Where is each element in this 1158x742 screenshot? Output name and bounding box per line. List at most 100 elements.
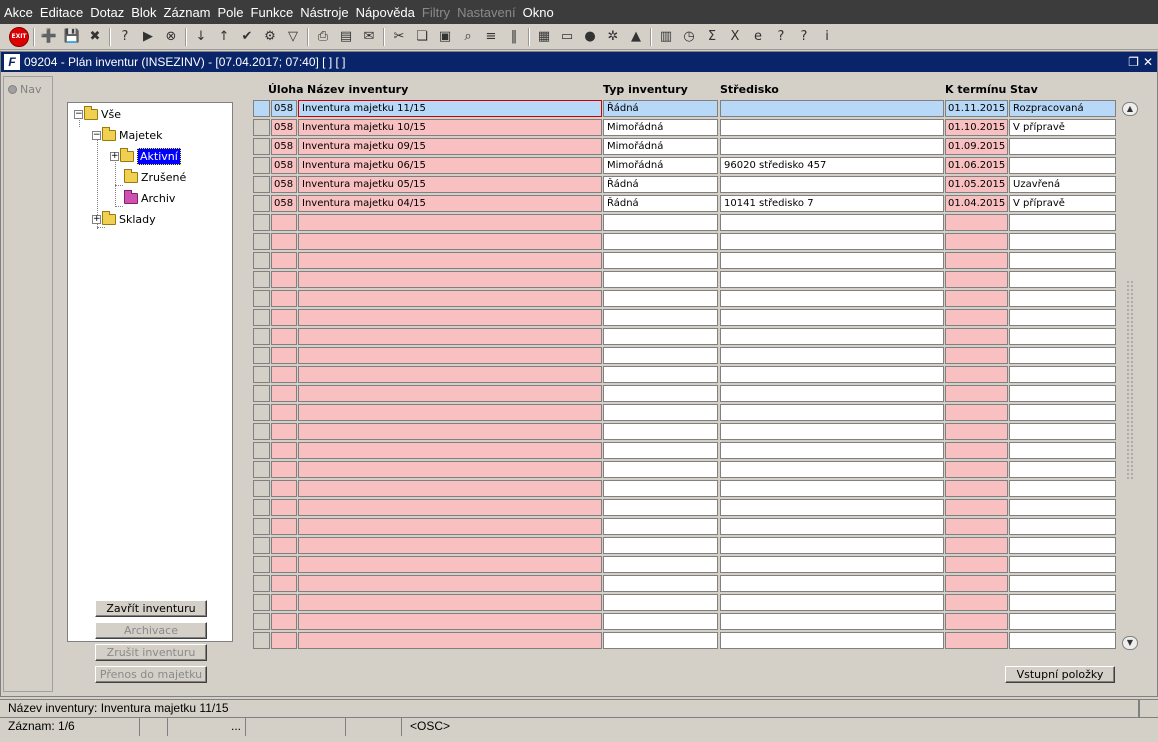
zoom-icon[interactable]: ⌕ [457, 26, 479, 48]
row-selector[interactable] [253, 575, 270, 592]
confirm-icon[interactable]: ✔ [236, 26, 258, 48]
menu-item-5[interactable]: Pole [218, 5, 244, 20]
cell-ktermin[interactable] [945, 594, 1008, 611]
cell-ktermin[interactable] [945, 518, 1008, 535]
cell-stredisko[interactable] [720, 499, 944, 516]
cell-nazev[interactable]: Inventura majetku 09/15 [298, 138, 602, 155]
cell-nazev[interactable] [298, 613, 602, 630]
cell-ktermin[interactable] [945, 575, 1008, 592]
row-selector[interactable] [253, 252, 270, 269]
cell-nazev[interactable] [298, 214, 602, 231]
cell-typ[interactable]: Řádná [603, 176, 718, 193]
chart-icon[interactable]: ▥ [655, 26, 677, 48]
row-selector[interactable] [253, 328, 270, 345]
row-selector[interactable] [253, 157, 270, 174]
row-selector[interactable] [253, 499, 270, 516]
columns-icon[interactable]: ‖ [503, 26, 525, 48]
tools-icon[interactable]: ⚙ [259, 26, 281, 48]
row-selector[interactable] [253, 556, 270, 573]
cell-uloha[interactable] [271, 271, 297, 288]
row-selector[interactable] [253, 347, 270, 364]
cell-typ[interactable] [603, 518, 718, 535]
row-selector[interactable] [253, 119, 270, 136]
cell-typ[interactable]: Mimořádná [603, 138, 718, 155]
window-titlebar[interactable]: F 09204 - Plán inventur (INSEZINV) - [07… [1, 52, 1157, 72]
close-inventory-button[interactable]: Zavřít inventuru [95, 600, 207, 617]
cell-nazev[interactable] [298, 423, 602, 440]
cell-stav[interactable] [1009, 404, 1116, 421]
row-selector[interactable] [253, 176, 270, 193]
expand-icon[interactable]: + [92, 215, 101, 224]
cell-stredisko[interactable]: 96020 středisko 457 [720, 157, 944, 174]
copy-icon[interactable]: ❏ [411, 26, 433, 48]
filter-icon[interactable]: ▽ [282, 26, 304, 48]
cell-stredisko[interactable] [720, 404, 944, 421]
cell-nazev[interactable]: Inventura majetku 06/15 [298, 157, 602, 174]
cell-ktermin[interactable]: 01.06.2015 [945, 157, 1008, 174]
cell-stredisko[interactable] [720, 309, 944, 326]
cell-ktermin[interactable] [945, 480, 1008, 497]
menu-item-3[interactable]: Blok [131, 5, 156, 20]
tree-node-aktivni[interactable]: + Aktivní [110, 148, 181, 165]
cell-nazev[interactable] [298, 309, 602, 326]
cell-typ[interactable] [603, 252, 718, 269]
menu-item-4[interactable]: Záznam [164, 5, 211, 20]
row-selector[interactable] [253, 480, 270, 497]
cell-typ[interactable] [603, 613, 718, 630]
about-icon[interactable]: ? [793, 26, 815, 48]
cell-stredisko[interactable] [720, 366, 944, 383]
cell-uloha[interactable] [271, 594, 297, 611]
cell-ktermin[interactable]: 01.05.2015 [945, 176, 1008, 193]
cell-uloha[interactable] [271, 214, 297, 231]
cell-uloha[interactable] [271, 613, 297, 630]
row-selector[interactable] [253, 214, 270, 231]
nav-toggle[interactable]: Nav [8, 83, 52, 96]
row-selector[interactable] [253, 138, 270, 155]
tree-node-sklady[interactable]: + Sklady [92, 211, 156, 226]
cell-nazev[interactable] [298, 385, 602, 402]
cell-stav[interactable] [1009, 537, 1116, 554]
cell-stredisko[interactable] [720, 461, 944, 478]
document-icon[interactable]: ▭ [556, 26, 578, 48]
cell-ktermin[interactable] [945, 499, 1008, 516]
print-preview-icon[interactable]: ▤ [335, 26, 357, 48]
clock-icon[interactable]: ◷ [678, 26, 700, 48]
cell-stredisko[interactable] [720, 480, 944, 497]
cell-stredisko[interactable] [720, 214, 944, 231]
cell-nazev[interactable]: Inventura majetku 10/15 [298, 119, 602, 136]
cell-stav[interactable] [1009, 138, 1116, 155]
cell-uloha[interactable] [271, 442, 297, 459]
cell-ktermin[interactable]: 01.10.2015 [945, 119, 1008, 136]
expand-icon[interactable]: + [110, 152, 119, 161]
save-record-icon[interactable]: 💾 [61, 26, 83, 48]
cell-nazev[interactable] [298, 575, 602, 592]
cell-uloha[interactable] [271, 404, 297, 421]
cell-uloha[interactable] [271, 537, 297, 554]
cell-typ[interactable] [603, 480, 718, 497]
row-selector[interactable] [253, 518, 270, 535]
cell-stav[interactable] [1009, 366, 1116, 383]
cell-nazev[interactable] [298, 442, 602, 459]
cell-uloha[interactable] [271, 366, 297, 383]
cell-ktermin[interactable] [945, 385, 1008, 402]
cell-typ[interactable] [603, 366, 718, 383]
cell-typ[interactable] [603, 575, 718, 592]
cell-typ[interactable] [603, 385, 718, 402]
cell-ktermin[interactable] [945, 252, 1008, 269]
mail-icon[interactable]: ✉ [358, 26, 380, 48]
cell-stav[interactable] [1009, 309, 1116, 326]
row-selector[interactable] [253, 442, 270, 459]
cell-stredisko[interactable] [720, 613, 944, 630]
cell-stredisko[interactable] [720, 252, 944, 269]
row-selector[interactable] [253, 271, 270, 288]
cell-ktermin[interactable] [945, 613, 1008, 630]
cell-uloha[interactable] [271, 290, 297, 307]
cell-stredisko[interactable]: 10141 středisko 7 [720, 195, 944, 212]
cell-uloha[interactable] [271, 347, 297, 364]
menu-item-7[interactable]: Nástroje [300, 5, 348, 20]
cell-stav[interactable] [1009, 328, 1116, 345]
restore-icon[interactable]: ❐ [1128, 55, 1139, 69]
cell-nazev[interactable] [298, 461, 602, 478]
cut-icon[interactable]: ✂ [388, 26, 410, 48]
cell-stav[interactable] [1009, 575, 1116, 592]
